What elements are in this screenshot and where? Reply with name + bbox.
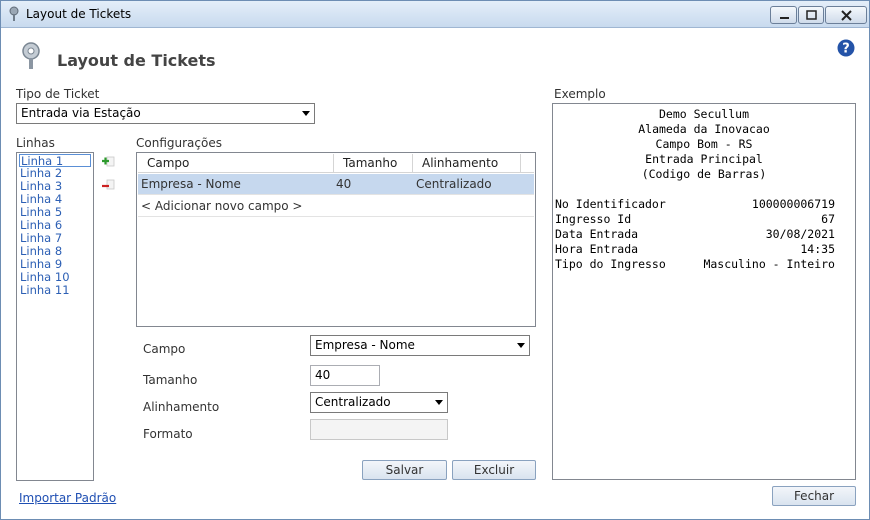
alinhamento-label: Alinhamento <box>143 400 220 414</box>
ticket-preview: Demo Secullum Alameda da Inovacao Campo … <box>552 103 856 480</box>
settings-gear-icon <box>22 42 40 69</box>
preview-field-value: 67 <box>821 212 835 226</box>
app-window: Layout de Tickets Layout de Tickets ? Ti… <box>0 0 870 520</box>
preview-field-line: Hora Entrada 14:35 <box>555 242 853 257</box>
tamanho-label: Tamanho <box>143 373 198 387</box>
preview-field-value: 100000006719 <box>751 197 835 211</box>
ticket-type-select[interactable]: Entrada via Estação <box>16 103 315 124</box>
list-item[interactable]: Linha 11 <box>19 284 91 297</box>
preview-field-line: Tipo do Ingresso Masculino - Inteiro <box>555 257 853 272</box>
campo-label: Campo <box>143 342 186 356</box>
page-title: Layout de Tickets <box>57 51 216 70</box>
preview-field-line: Data Entrada 30/08/2021 <box>555 227 853 242</box>
preview-header-line: Entrada Principal <box>645 152 763 166</box>
preview-field-key: Ingresso Id <box>555 212 632 226</box>
tamanho-input[interactable]: 40 <box>310 365 380 386</box>
svg-text:?: ? <box>842 42 850 57</box>
minimize-icon <box>780 17 789 19</box>
preview-header-line: Campo Bom - RS <box>655 137 753 151</box>
campo-value: Empresa - Nome <box>315 338 415 352</box>
column-header-campo[interactable]: Campo <box>138 154 334 173</box>
column-header-tamanho[interactable]: Tamanho <box>334 154 413 173</box>
preview-field-value: 14:35 <box>800 242 835 256</box>
preview-header-line: Alameda da Inovacao <box>638 122 770 136</box>
client-area: Layout de Tickets ? Tipo de Ticket Entra… <box>1 29 869 519</box>
add-line-icon[interactable] <box>101 155 115 167</box>
close-dialog-button[interactable]: Fechar <box>772 486 856 506</box>
example-label: Exemplo <box>554 87 606 101</box>
preview-field-value: Masculino - Inteiro <box>703 257 835 271</box>
chevron-down-icon <box>517 343 525 348</box>
help-icon[interactable]: ? <box>837 39 855 57</box>
preview-field-value: 30/08/2021 <box>765 227 835 241</box>
chevron-down-icon <box>435 400 443 405</box>
app-icon <box>9 6 19 21</box>
close-icon <box>841 10 852 21</box>
alinhamento-value: Centralizado <box>315 395 391 409</box>
formato-input[interactable] <box>310 419 448 440</box>
window-title: Layout de Tickets <box>26 7 132 21</box>
preview-field-key: Data Entrada <box>555 227 639 241</box>
delete-button[interactable]: Excluir <box>452 460 536 480</box>
preview-blank-line <box>555 182 853 197</box>
chevron-down-icon <box>302 111 310 116</box>
add-field-row[interactable]: < Adicionar novo campo > <box>138 196 534 217</box>
preview-field-key: Tipo do Ingresso <box>555 257 666 271</box>
table-row[interactable]: Empresa - Nome 40 Centralizado <box>138 174 534 195</box>
close-button[interactable] <box>825 6 867 24</box>
preview-field-line: No Identificador 100000006719 <box>555 197 853 212</box>
ticket-type-label: Tipo de Ticket <box>16 87 100 101</box>
lines-list[interactable]: Linha 1 Linha 2 Linha 3 Linha 4 Linha 5 … <box>16 152 94 481</box>
save-button[interactable]: Salvar <box>362 460 447 480</box>
import-default-link[interactable]: Importar Padrão <box>19 491 116 505</box>
maximize-icon <box>806 10 817 20</box>
formato-label: Formato <box>143 427 193 441</box>
maximize-button[interactable] <box>798 6 824 24</box>
column-header-alinhamento[interactable]: Alinhamento <box>413 154 521 173</box>
campo-select[interactable]: Empresa - Nome <box>310 335 530 356</box>
preview-field-key: Hora Entrada <box>555 242 639 256</box>
cell-campo: Empresa - Nome <box>141 177 241 191</box>
minimize-button[interactable] <box>770 6 797 24</box>
preview-header-line: Demo Secullum <box>658 107 749 121</box>
cell-tamanho: 40 <box>336 177 352 191</box>
cell-alinhamento: Centralizado <box>416 177 492 191</box>
lines-label: Linhas <box>16 136 55 150</box>
ticket-type-value: Entrada via Estação <box>21 106 141 120</box>
remove-line-icon[interactable] <box>101 178 115 190</box>
config-table: Campo Tamanho Alinhamento Empresa - Nome… <box>136 152 536 327</box>
preview-field-key: No Identificador <box>555 197 666 211</box>
add-field-text: < Adicionar novo campo > <box>141 199 303 213</box>
table-header: Campo Tamanho Alinhamento <box>138 154 534 173</box>
preview-header-line: (Codigo de Barras) <box>641 167 767 181</box>
preview-field-line: Ingresso Id 67 <box>555 212 853 227</box>
config-label: Configurações <box>136 136 222 150</box>
alinhamento-select[interactable]: Centralizado <box>310 392 448 413</box>
title-bar[interactable]: Layout de Tickets <box>1 1 869 28</box>
